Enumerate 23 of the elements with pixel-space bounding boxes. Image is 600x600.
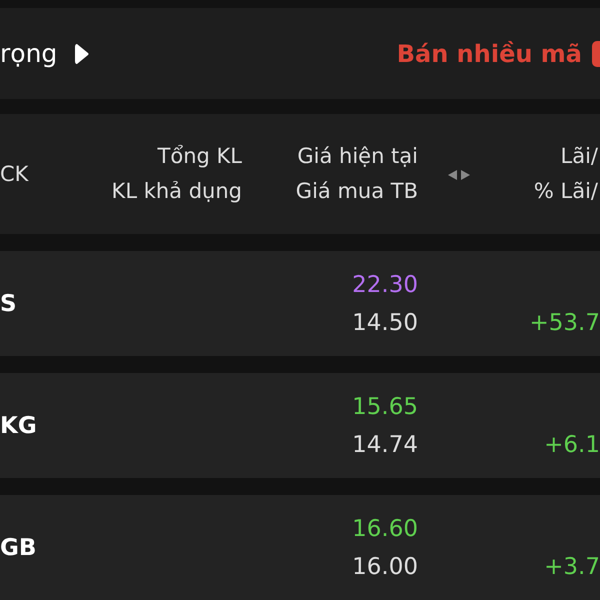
profit-percent: +6.1 [544,430,600,460]
sell-many-button[interactable]: Bán nhiều mã [396,40,600,68]
column-header: Lãi/ [560,143,598,170]
sort-arrows-icon[interactable] [448,170,470,180]
column-header: KL khả dụng [112,178,242,205]
play-icon[interactable] [75,42,90,64]
average-price: 14.74 [352,430,418,460]
stock-symbol[interactable]: KG [0,412,70,438]
stock-symbol[interactable]: GB [0,534,70,560]
profit-percent: +53.7 [530,308,600,338]
average-price: 14.50 [352,308,418,338]
profit-percent: +3.7 [544,552,600,582]
column-header: Tổng KL [158,143,242,170]
current-price: 22.30 [352,270,418,300]
section-title: rọng [0,39,58,68]
current-price: 16.60 [352,514,418,544]
column-header: Giá hiện tại [297,143,418,170]
column-header: % Lãi/ [534,178,598,205]
current-price: 15.65 [352,392,418,422]
column-header: CK [0,160,28,188]
average-price: 16.00 [352,552,418,582]
column-header: Giá mua TB [296,178,418,205]
stock-symbol[interactable]: S [0,290,70,316]
